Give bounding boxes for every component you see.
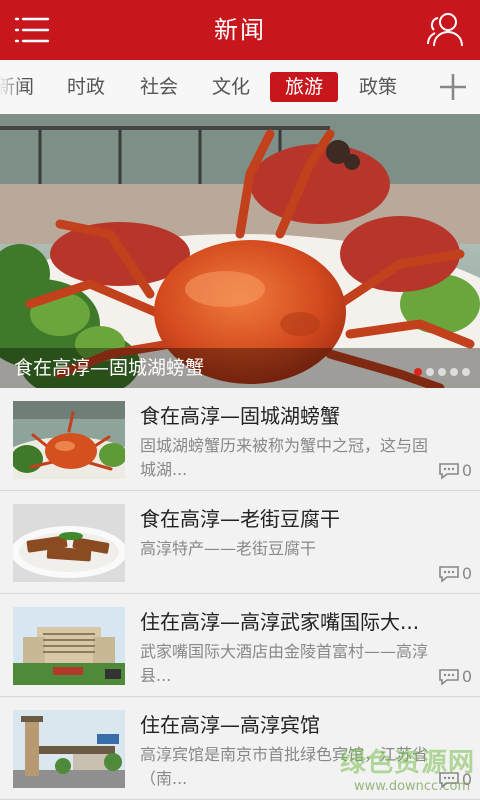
article-summary: 武家嘴国际大酒店由金陵首富村——高淳县... xyxy=(140,642,429,685)
crab-dish-image xyxy=(13,401,125,479)
comment-count[interactable]: 0 xyxy=(438,564,472,583)
article-title: 住在高淳—高淳武家嘴国际大... xyxy=(140,610,420,634)
carousel-dot[interactable] xyxy=(462,368,470,376)
comment-count-value: 0 xyxy=(461,461,472,480)
tab-travel[interactable]: 旅游 xyxy=(270,72,338,102)
user-button[interactable] xyxy=(424,10,468,50)
tab-politics[interactable]: 时政 xyxy=(64,72,108,102)
comment-count[interactable]: 0 xyxy=(438,667,472,686)
tabs-fade xyxy=(0,60,24,114)
article-thumbnail xyxy=(13,710,125,788)
banner-caption: 食在高淳—固城湖螃蟹 xyxy=(14,357,205,379)
featured-banner[interactable]: 食在高淳—固城湖螃蟹 xyxy=(0,114,480,388)
article-thumbnail xyxy=(13,607,125,685)
watermark-text: 绿色资源网 xyxy=(340,748,476,778)
category-tabs: 新闻 时政 社会 文化 旅游 政策 xyxy=(0,60,480,115)
page-title: 新闻 xyxy=(214,16,266,44)
watermark-url: www.downcc.com xyxy=(354,779,471,794)
users-icon xyxy=(427,13,463,47)
article-title: 食在高淳—固城湖螃蟹 xyxy=(140,404,340,428)
comment-count[interactable]: 0 xyxy=(438,461,472,480)
tab-culture[interactable]: 文化 xyxy=(209,72,253,102)
comment-icon xyxy=(439,668,459,686)
hotel-gate-image xyxy=(13,710,125,788)
comment-count-value: 0 xyxy=(461,564,472,583)
hotel-building-image xyxy=(13,607,125,685)
article-list: 食在高淳—固城湖螃蟹 固城湖螃蟹历来被称为蟹中之冠，这与固城湖... 0 食在高… xyxy=(0,388,480,800)
crab-feast-image xyxy=(0,114,480,388)
watermark: 绿色资源网 www.downcc.com xyxy=(340,742,476,794)
article-summary: 固城湖螃蟹历来被称为蟹中之冠，这与固城湖... xyxy=(140,436,429,479)
carousel-indicator xyxy=(410,361,470,380)
tab-policy[interactable]: 政策 xyxy=(356,72,400,102)
carousel-dot[interactable] xyxy=(414,368,422,376)
list-item[interactable]: 住在高淳—高淳武家嘴国际大... 武家嘴国际大酒店由金陵首富村——高淳县... … xyxy=(0,594,480,697)
article-thumbnail xyxy=(13,504,125,582)
tofu-dish-image xyxy=(13,504,125,582)
app-header: 新闻 xyxy=(0,0,480,60)
article-summary: 高淳特产——老街豆腐干 xyxy=(140,539,317,558)
list-item[interactable]: 食在高淳—老街豆腐干 高淳特产——老街豆腐干 0 xyxy=(0,491,480,594)
comment-icon xyxy=(439,565,459,583)
carousel-dot[interactable] xyxy=(438,368,446,376)
list-item[interactable]: 食在高淳—固城湖螃蟹 固城湖螃蟹历来被称为蟹中之冠，这与固城湖... 0 xyxy=(0,388,480,491)
article-title: 食在高淳—老街豆腐干 xyxy=(140,507,340,531)
comment-icon xyxy=(439,462,459,480)
carousel-dot[interactable] xyxy=(450,368,458,376)
article-title: 住在高淳—高淳宾馆 xyxy=(140,713,320,737)
article-thumbnail xyxy=(13,401,125,479)
carousel-dot[interactable] xyxy=(426,368,434,376)
plus-icon xyxy=(440,74,466,100)
tab-society[interactable]: 社会 xyxy=(137,72,181,102)
comment-count-value: 0 xyxy=(461,667,472,686)
add-category-button[interactable] xyxy=(436,68,470,106)
